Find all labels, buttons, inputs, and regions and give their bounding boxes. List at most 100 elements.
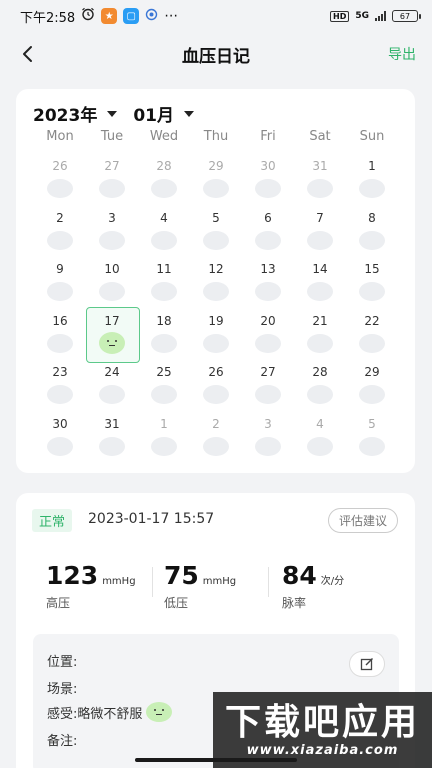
calendar-day[interactable]: 2 bbox=[34, 207, 86, 259]
calendar-day[interactable]: 25 bbox=[138, 361, 190, 413]
day-record-placeholder bbox=[255, 333, 281, 353]
day-record-placeholder bbox=[307, 230, 333, 250]
calendar-day[interactable]: 16 bbox=[34, 310, 86, 362]
day-number: 14 bbox=[312, 262, 328, 276]
day-record-placeholder bbox=[359, 230, 385, 250]
calendar-day[interactable]: 8 bbox=[346, 207, 398, 259]
calendar-day[interactable]: 1 bbox=[346, 155, 398, 207]
day-number: 23 bbox=[52, 365, 68, 379]
day-record-placeholder bbox=[255, 179, 281, 198]
day-number: 2 bbox=[56, 210, 64, 225]
record-time: 2023-01-17 15:57 bbox=[88, 511, 215, 527]
status-time: 下午2:58 bbox=[20, 10, 76, 26]
calendar-day[interactable]: 7 bbox=[294, 207, 346, 259]
back-button[interactable] bbox=[14, 40, 42, 68]
battery-icon: 67 bbox=[392, 10, 421, 22]
day-record-placeholder bbox=[151, 179, 177, 198]
status-bar: 下午2:58 ★ ▢ ⋯ HD 5G 67 bbox=[0, 0, 432, 32]
metrics-row: 123 mmHg 高压 75 mmHg 低压 84 次/分 脉率 bbox=[46, 561, 396, 610]
calendar-day[interactable]: 31 bbox=[294, 155, 346, 207]
calendar-day[interactable]: 28 bbox=[294, 361, 346, 413]
day-number: 27 bbox=[260, 365, 276, 379]
calendar-day[interactable]: 19 bbox=[190, 310, 242, 362]
day-number: 19 bbox=[208, 313, 224, 328]
calendar-day[interactable]: 1 bbox=[138, 413, 190, 465]
day-record-placeholder bbox=[255, 230, 281, 250]
day-number: 2 bbox=[212, 416, 220, 431]
calendar-day[interactable]: 10 bbox=[86, 258, 138, 310]
caret-down-icon bbox=[107, 110, 118, 117]
calendar-day[interactable]: 27 bbox=[86, 155, 138, 207]
day-number: 5 bbox=[368, 416, 376, 431]
day-record-placeholder bbox=[151, 385, 177, 404]
calendar-day[interactable]: 29 bbox=[190, 155, 242, 207]
calendar-day[interactable]: 6 bbox=[242, 207, 294, 259]
edit-button[interactable] bbox=[349, 651, 385, 677]
day-record-placeholder bbox=[99, 385, 125, 404]
calendar-day[interactable]: 24 bbox=[86, 361, 138, 413]
calendar-day[interactable]: 3 bbox=[86, 207, 138, 259]
weekday-label: Thu bbox=[203, 129, 229, 144]
calendar-day[interactable]: 12 bbox=[190, 258, 242, 310]
calendar-day[interactable]: 15 bbox=[346, 258, 398, 310]
day-record-placeholder bbox=[307, 179, 333, 198]
calendar-day[interactable]: 27 bbox=[242, 361, 294, 413]
calendar-day-selected[interactable]: 17 bbox=[86, 306, 140, 362]
feeling-text: 感受:略微不舒服 bbox=[47, 706, 143, 722]
weekday-label: Mon bbox=[46, 129, 74, 144]
watermark: 下载吧应用 www.xiazaiba.com bbox=[213, 692, 432, 768]
calendar-day[interactable]: 31 bbox=[86, 413, 138, 465]
day-number: 21 bbox=[312, 313, 328, 328]
export-button[interactable]: 导出 bbox=[388, 44, 416, 64]
calendar-day[interactable]: 28 bbox=[138, 155, 190, 207]
day-record-placeholder bbox=[255, 436, 281, 456]
day-record-placeholder bbox=[359, 385, 385, 404]
calendar-day[interactable]: 3 bbox=[242, 413, 294, 465]
divider bbox=[152, 567, 153, 597]
calendar-day[interactable]: 4 bbox=[138, 207, 190, 259]
day-record-placeholder bbox=[203, 230, 229, 250]
home-indicator[interactable] bbox=[135, 758, 297, 762]
day-record-placeholder bbox=[255, 385, 281, 404]
calendar-day[interactable]: 21 bbox=[294, 310, 346, 362]
calendar-day[interactable]: 14 bbox=[294, 258, 346, 310]
weekday-label: Sat bbox=[309, 129, 331, 144]
day-record-placeholder bbox=[307, 385, 333, 404]
hd-icon: HD bbox=[330, 10, 350, 22]
day-number: 25 bbox=[156, 365, 172, 379]
calendar-day[interactable]: 30 bbox=[34, 413, 86, 465]
calendar-day[interactable]: 4 bbox=[294, 413, 346, 465]
day-record-placeholder bbox=[203, 436, 229, 456]
calendar-day[interactable]: 26 bbox=[34, 155, 86, 207]
month-value: 01月 bbox=[133, 106, 174, 126]
pulse-label: 脉率 bbox=[282, 596, 307, 610]
day-number: 28 bbox=[312, 365, 328, 379]
month-select[interactable]: 01月 bbox=[133, 101, 194, 126]
day-record-placeholder bbox=[359, 179, 385, 198]
day-record-placeholder bbox=[151, 436, 177, 456]
calendar-day[interactable]: 9 bbox=[34, 258, 86, 310]
calendar-day[interactable]: 13 bbox=[242, 258, 294, 310]
day-record-placeholder bbox=[99, 179, 125, 198]
calendar-day[interactable]: 29 bbox=[346, 361, 398, 413]
calendar-day[interactable]: 2 bbox=[190, 413, 242, 465]
calendar-day[interactable]: 30 bbox=[242, 155, 294, 207]
calendar-day[interactable]: 23 bbox=[34, 361, 86, 413]
day-record-placeholder bbox=[359, 282, 385, 301]
calendar-day[interactable]: 26 bbox=[190, 361, 242, 413]
mood-face-icon bbox=[146, 702, 173, 722]
day-number: 3 bbox=[264, 416, 272, 431]
watermark-main: 下载吧应用 bbox=[224, 701, 420, 743]
day-record-placeholder bbox=[47, 385, 73, 404]
location-row: 位置: bbox=[47, 655, 78, 670]
calendar-day[interactable]: 11 bbox=[138, 258, 190, 310]
day-record-placeholder bbox=[47, 436, 73, 456]
calendar-day[interactable]: 20 bbox=[242, 310, 294, 362]
advice-button[interactable]: 评估建议 bbox=[327, 508, 398, 533]
calendar-day[interactable]: 5 bbox=[346, 413, 398, 465]
year-select[interactable]: 2023年 bbox=[33, 101, 118, 126]
day-number: 11 bbox=[156, 262, 172, 276]
calendar-day[interactable]: 18 bbox=[138, 310, 190, 362]
calendar-day[interactable]: 22 bbox=[346, 310, 398, 362]
calendar-day[interactable]: 5 bbox=[190, 207, 242, 259]
